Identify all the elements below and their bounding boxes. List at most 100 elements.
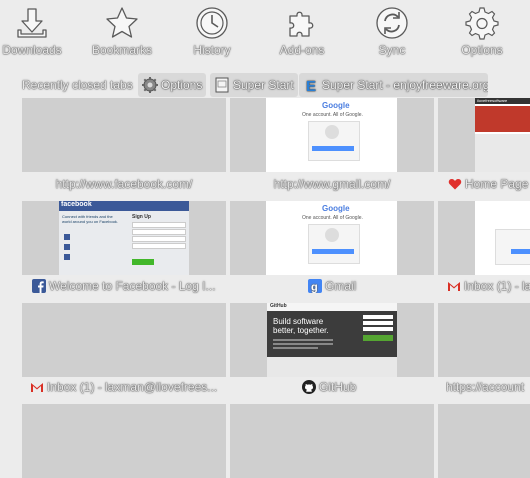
speed-dial-tile[interactable] (438, 201, 530, 275)
google-logo: Google (322, 101, 350, 110)
sync-icon (376, 7, 408, 39)
dial-title-text: Inbox (1) - la (464, 279, 530, 293)
dial-title-text: Home Page (465, 177, 529, 191)
history-label: History (193, 43, 231, 57)
facebook-thumbnail: facebook Connect with friends and the wo… (59, 201, 189, 275)
thumb-icon (64, 244, 70, 250)
speed-dial-tile[interactable]: Google One account. All of Google. (230, 201, 434, 275)
speed-dial-tile[interactable]: ilovefreesoftware (438, 98, 530, 172)
google-signin-thumbnail (475, 201, 530, 275)
thumb-footer (267, 357, 397, 377)
dial-title-text: Gmail (325, 279, 357, 293)
dial-title: Welcome to Facebook - Log I... (32, 278, 226, 294)
speed-dial-tile[interactable]: GitHub Build software better, together. (230, 303, 434, 377)
thumb-field (132, 222, 186, 228)
download-icon (17, 8, 47, 38)
speed-dial-tile[interactable] (22, 98, 226, 172)
dial-title: http://www.gmail.com/ (273, 177, 391, 191)
heart-icon (448, 179, 462, 190)
closed-tab-label: Super Start (233, 78, 294, 92)
thumb-text: One account. All of Google. (302, 215, 363, 221)
dial-title: Home Page (448, 176, 530, 192)
gmail-icon (31, 383, 43, 392)
speed-dial-tile[interactable]: facebook Connect with friends and the wo… (22, 201, 226, 275)
thumb-field (363, 315, 393, 319)
dial-title-text: GitHub (319, 380, 357, 394)
dial-title: Inbox (1) - laxman@ilovefrees... (30, 379, 226, 395)
google-signin-thumbnail: Google One account. All of Google. (266, 201, 397, 275)
dial-title-text: Welcome to Facebook - Log I... (49, 279, 216, 293)
thumb-field (132, 229, 186, 235)
avatar (325, 125, 339, 139)
gear-icon (465, 7, 499, 40)
github-brand: GitHub (270, 303, 287, 309)
closed-tab-enjoyfreeware[interactable]: E Super Start - enjoyfreeware.org (299, 73, 488, 97)
thumb-button (363, 335, 393, 341)
speed-dial-tile[interactable] (22, 303, 226, 377)
thumb-button (132, 259, 154, 265)
svg-text:g: g (311, 282, 318, 294)
downloads-label: Downloads (2, 43, 62, 57)
svg-text:E: E (306, 78, 316, 93)
closed-tab-label: Options (161, 78, 203, 92)
sync-button[interactable]: Sync (357, 2, 427, 64)
addons-label: Add-ons (279, 43, 325, 57)
sync-label: Sync (378, 43, 406, 57)
dial-title: https://account (446, 380, 525, 394)
closed-tab-super-start[interactable]: Super Start (210, 73, 298, 97)
github-headline: Build software better, together. (273, 317, 329, 335)
downloads-button[interactable]: Downloads (0, 2, 67, 64)
speed-dial-tile[interactable] (438, 404, 530, 478)
speed-dial-tile[interactable]: Google One account. All of Google. (230, 98, 434, 172)
thumb-banner (475, 106, 530, 132)
e-icon: E (306, 78, 316, 93)
avatar (325, 228, 339, 242)
facebook-icon (32, 279, 46, 293)
thumb-icon (64, 254, 70, 260)
dial-title: g Gmail (308, 278, 408, 294)
speed-dial-tile[interactable] (438, 303, 530, 377)
dial-title: GitHub (302, 379, 402, 395)
thumb-content (475, 134, 530, 172)
signin-box (495, 229, 530, 265)
toolbar: Downloads Bookmarks History Add-ons Sync (0, 0, 530, 64)
recently-closed-label: Recently closed tabs (22, 78, 133, 92)
thumb-icon (64, 234, 70, 240)
thumb-text: Connect with friends and the world aroun… (62, 214, 119, 224)
thumb-text-line (273, 339, 333, 341)
thumb-field (132, 236, 186, 242)
thumb-field (132, 243, 186, 249)
google-icon: g (308, 279, 322, 293)
options-button[interactable]: Options (447, 2, 517, 64)
google-logo: Google (322, 204, 350, 213)
github-icon (302, 380, 316, 394)
speed-dial-tile[interactable] (230, 404, 434, 478)
dial-title: Inbox (1) - la (447, 278, 530, 294)
thumb-field (363, 327, 393, 331)
thumb-text-line (273, 343, 333, 345)
puzzle-icon (289, 11, 314, 37)
thumb-brand: ilovefreesoftware (477, 98, 508, 103)
thumb-text: Sign Up (132, 214, 151, 220)
thumb-text-line (273, 347, 318, 349)
history-button[interactable]: History (177, 2, 247, 64)
bookmarks-button[interactable]: Bookmarks (87, 2, 157, 64)
dial-title-text: Inbox (1) - laxman@ilovefrees... (47, 380, 218, 394)
signin-button (312, 146, 354, 151)
clock-icon (196, 7, 228, 39)
ilovefree-thumbnail: ilovefreesoftware (475, 98, 530, 172)
star-icon (106, 7, 138, 38)
thumb-text: One account. All of Google. (302, 112, 363, 118)
page-icon (215, 77, 229, 93)
addons-button[interactable]: Add-ons (267, 2, 337, 64)
bookmarks-label: Bookmarks (91, 43, 153, 57)
gear-icon (142, 77, 158, 93)
closed-tab-options[interactable]: Options (138, 73, 206, 97)
speed-dial-tile[interactable] (22, 404, 226, 478)
google-signin-thumbnail: Google One account. All of Google. (266, 98, 397, 172)
signin-button (511, 249, 530, 254)
options-label: Options (461, 43, 503, 57)
thumb-field (363, 321, 393, 325)
facebook-brand: facebook (61, 201, 92, 208)
closed-tab-label: Super Start - enjoyfreeware.org (322, 78, 488, 92)
